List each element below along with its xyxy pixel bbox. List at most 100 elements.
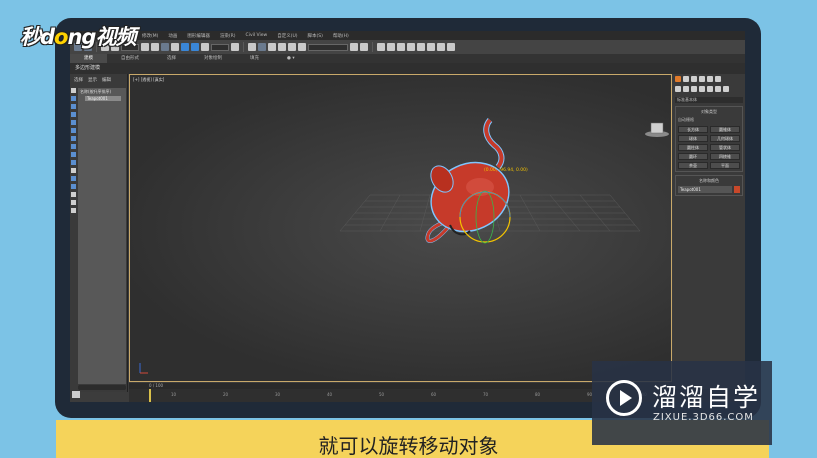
gizmo-coordinate-readout: (0.00, -96.94, 0.00) bbox=[484, 168, 528, 173]
hierarchy-tab-icon[interactable] bbox=[691, 76, 697, 82]
angle-snap-icon[interactable] bbox=[268, 43, 276, 51]
autogrid-checkbox[interactable]: 自动栅格 bbox=[678, 117, 740, 123]
create-sphere-button[interactable]: 球体 bbox=[678, 135, 708, 142]
create-cylinder-button[interactable]: 圆柱体 bbox=[678, 144, 708, 151]
scene-explorer-scrollbar[interactable] bbox=[78, 385, 126, 390]
spinner-snap-icon[interactable] bbox=[288, 43, 296, 51]
menu-item-graph-editors[interactable]: 图形编辑器 bbox=[187, 33, 210, 39]
object-type-title[interactable]: 对象类型 bbox=[678, 109, 740, 115]
create-box-button[interactable]: 长方体 bbox=[678, 126, 708, 133]
move-icon[interactable] bbox=[171, 43, 179, 51]
filter-geometry-icon[interactable] bbox=[71, 96, 76, 101]
layer-manager-icon[interactable] bbox=[377, 43, 385, 51]
motion-tab-icon[interactable] bbox=[699, 76, 705, 82]
rendered-frame-icon[interactable] bbox=[437, 43, 445, 51]
scene-list-header[interactable]: 名称(按升序排序) bbox=[78, 88, 126, 96]
schematic-view-icon[interactable] bbox=[407, 43, 415, 51]
scale-icon[interactable] bbox=[191, 43, 199, 51]
menu-item-civil-view[interactable]: Civil View bbox=[246, 33, 268, 38]
placement-icon[interactable] bbox=[201, 43, 209, 51]
maxscript-listener-icon[interactable] bbox=[72, 391, 80, 398]
name-color-title[interactable]: 名称和颜色 bbox=[678, 178, 740, 184]
tab-freeform[interactable]: 自由形式 bbox=[107, 54, 153, 63]
filter-toggle-icon[interactable] bbox=[71, 200, 76, 205]
rotate-icon[interactable] bbox=[181, 43, 189, 51]
filter-xrefs-icon[interactable] bbox=[71, 152, 76, 157]
perspective-viewport[interactable]: [+] [透视] [真实] (0.00, -96.94, 0.00) bbox=[129, 74, 672, 382]
curve-editor-icon[interactable] bbox=[397, 43, 405, 51]
filter-shapes-icon[interactable] bbox=[71, 104, 76, 109]
menu-item-animation[interactable]: 动画 bbox=[168, 33, 177, 39]
percent-snap-icon[interactable] bbox=[278, 43, 286, 51]
filter-spacewarps-icon[interactable] bbox=[71, 136, 76, 141]
helpers-icon[interactable] bbox=[707, 86, 713, 92]
scene-explorer-tab-select[interactable]: 选择 bbox=[74, 77, 83, 83]
create-geosphere-button[interactable]: 几何球体 bbox=[710, 135, 740, 142]
create-cone-button[interactable]: 圆锥体 bbox=[710, 126, 740, 133]
tab-selection[interactable]: 选择 bbox=[153, 54, 190, 63]
ribbon-tabs: 建模 自由形式 选择 对象绘制 填充 ● ▾ bbox=[70, 54, 745, 63]
cameras-icon[interactable] bbox=[699, 86, 705, 92]
filter-hidden-icon[interactable] bbox=[71, 184, 76, 189]
material-editor-icon[interactable] bbox=[417, 43, 425, 51]
create-tab-icon[interactable] bbox=[675, 76, 681, 82]
filter-containers-icon[interactable] bbox=[71, 168, 76, 173]
object-color-swatch[interactable] bbox=[734, 186, 740, 193]
scene-list-item[interactable]: Teapot001 bbox=[85, 96, 121, 101]
scene-explorer-tab-display[interactable]: 显示 bbox=[88, 77, 97, 83]
ribbon-options-icon[interactable]: ● ▾ bbox=[273, 54, 309, 63]
region-select-icon[interactable] bbox=[161, 43, 169, 51]
spacewarps-icon[interactable] bbox=[715, 86, 721, 92]
modify-tab-icon[interactable] bbox=[683, 76, 689, 82]
menu-item-render[interactable]: 渲染(R) bbox=[220, 33, 236, 39]
shapes-icon[interactable] bbox=[683, 86, 689, 92]
menu-item-customize[interactable]: 自定义(U) bbox=[277, 33, 297, 39]
filter-lights-icon[interactable] bbox=[71, 112, 76, 117]
snap-toggle-icon[interactable] bbox=[258, 43, 266, 51]
utilities-tab-icon[interactable] bbox=[715, 76, 721, 82]
primitive-type-dropdown[interactable]: 标准基本体 bbox=[675, 97, 743, 103]
filter-frozen-icon[interactable] bbox=[71, 176, 76, 181]
display-tab-icon[interactable] bbox=[707, 76, 713, 82]
current-frame-marker[interactable] bbox=[149, 389, 151, 402]
lights-icon[interactable] bbox=[691, 86, 697, 92]
menu-item-modify[interactable]: 修改(M) bbox=[142, 33, 158, 39]
tab-populate[interactable]: 填充 bbox=[236, 54, 273, 63]
menu-item-help[interactable]: 帮助(H) bbox=[333, 33, 349, 39]
mirror-icon[interactable] bbox=[350, 43, 358, 51]
main-toolbar bbox=[70, 40, 745, 54]
viewcube-icon[interactable] bbox=[645, 122, 669, 137]
named-selection-dropdown[interactable] bbox=[308, 43, 348, 51]
app-window: 修改(M) 动画 图形编辑器 渲染(R) Civil View 自定义(U) 脚… bbox=[70, 31, 745, 402]
filter-invert-icon[interactable] bbox=[71, 192, 76, 197]
select-object-icon[interactable] bbox=[141, 43, 149, 51]
create-teapot-button[interactable]: 茶壶 bbox=[678, 162, 708, 169]
render-icon[interactable] bbox=[447, 43, 455, 51]
video-logo: 秒dong视频 bbox=[20, 21, 136, 51]
tab-object-paint[interactable]: 对象绘制 bbox=[190, 54, 236, 63]
filter-groups-icon[interactable] bbox=[71, 144, 76, 149]
filter-all-icon[interactable] bbox=[71, 88, 76, 93]
render-setup-icon[interactable] bbox=[427, 43, 435, 51]
filter-cameras-icon[interactable] bbox=[71, 120, 76, 125]
reference-coordinate-dropdown[interactable] bbox=[211, 43, 229, 51]
edit-named-selection-icon[interactable] bbox=[298, 43, 306, 51]
create-tube-button[interactable]: 管状体 bbox=[710, 144, 740, 151]
filter-funnel-icon[interactable] bbox=[71, 208, 76, 213]
filter-helpers-icon[interactable] bbox=[71, 128, 76, 133]
create-torus-button[interactable]: 圆环 bbox=[678, 153, 708, 160]
filter-bones-icon[interactable] bbox=[71, 160, 76, 165]
menu-item-scripting[interactable]: 脚本(S) bbox=[308, 33, 323, 39]
object-name-field[interactable]: Teapot001 bbox=[678, 186, 732, 193]
tab-modeling[interactable]: 建模 bbox=[70, 54, 107, 63]
geometry-icon[interactable] bbox=[675, 86, 681, 92]
pivot-center-icon[interactable] bbox=[231, 43, 239, 51]
scene-explorer-tab-edit[interactable]: 编辑 bbox=[102, 77, 111, 83]
keyboard-shortcut-icon[interactable] bbox=[248, 43, 256, 51]
systems-icon[interactable] bbox=[723, 86, 729, 92]
scene-explorer-icon[interactable] bbox=[387, 43, 395, 51]
create-pyramid-button[interactable]: 四棱锥 bbox=[710, 153, 740, 160]
select-by-name-icon[interactable] bbox=[151, 43, 159, 51]
align-icon[interactable] bbox=[360, 43, 368, 51]
create-plane-button[interactable]: 平面 bbox=[710, 162, 740, 169]
